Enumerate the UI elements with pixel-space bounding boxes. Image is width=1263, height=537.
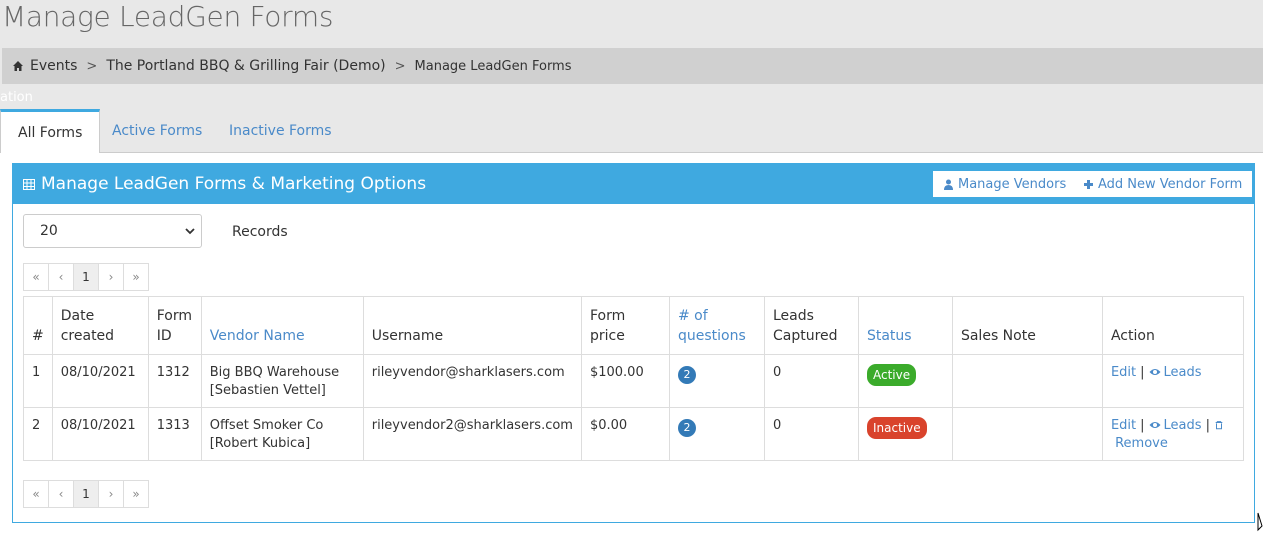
table-row: 1 08/10/2021 1312 Big BBQ Warehouse [Seba… [23, 354, 1245, 408]
row-num: 1 [23, 354, 53, 408]
add-vendor-form-button[interactable]: Add New Vendor Form [1073, 171, 1253, 197]
status-badge: Inactive [866, 417, 927, 439]
first-page-button[interactable]: « [23, 480, 49, 508]
row-form-id: 1313 [147, 407, 202, 461]
col-num: # [23, 296, 53, 355]
col-vendor-name[interactable]: Vendor Name [200, 296, 364, 355]
panel-header: Manage LeadGen Forms & Marketing Options… [13, 164, 1254, 204]
tab-bar: All Forms Active Forms Inactive Forms [0, 109, 1263, 154]
vendor-name: Big BBQ Warehouse [209, 365, 340, 380]
table-icon [23, 178, 35, 190]
tab-active-forms[interactable]: Active Forms [95, 109, 219, 153]
row-date: 08/10/2021 [51, 354, 149, 408]
chevron-right-icon: > [86, 58, 98, 74]
row-status: Active [857, 354, 953, 408]
col-sales-note: Sales Note [951, 296, 1103, 355]
row-vendor: Offset Smoker Co [Robert Kubica] [200, 407, 364, 461]
eye-icon [1149, 422, 1161, 428]
row-username: rileyvendor@sharklasers.com [362, 354, 582, 408]
row-questions: 2 [668, 354, 765, 408]
row-username: rileyvendor2@sharklasers.com [362, 407, 582, 461]
mouse-cursor-icon [1257, 512, 1263, 532]
chevron-down-icon [185, 228, 195, 235]
vendor-name: Offset Smoker Co [209, 418, 324, 433]
pagination-top: « ‹ 1 › » [23, 263, 149, 291]
last-page-button[interactable]: » [123, 480, 149, 508]
tab-all-forms[interactable]: All Forms [0, 109, 101, 154]
row-leads: 0 [763, 407, 859, 461]
first-page-button[interactable]: « [23, 263, 49, 291]
page-title: Manage LeadGen Forms [2, 0, 334, 33]
vendor-contact: [Robert Kubica] [209, 436, 311, 451]
row-form-id: 1312 [147, 354, 202, 408]
row-note [951, 354, 1103, 408]
separator: | [1140, 418, 1145, 433]
row-questions: 2 [668, 407, 765, 461]
breadcrumb-current: Manage LeadGen Forms [414, 58, 572, 74]
ghost-label: ation [0, 90, 33, 105]
page-1-button[interactable]: 1 [73, 480, 99, 508]
table-header-row: # Date created Form ID Vendor Name Usern… [23, 296, 1245, 355]
eye-icon [1149, 369, 1161, 375]
col-form-id: Form ID [147, 296, 202, 355]
prev-page-button[interactable]: ‹ [48, 263, 74, 291]
add-vendor-form-label: Add New Vendor Form [1098, 176, 1243, 192]
page-1-button[interactable]: 1 [73, 263, 99, 291]
col-action: Action [1101, 296, 1245, 355]
next-page-button[interactable]: › [98, 263, 124, 291]
user-icon [944, 179, 953, 190]
leads-link[interactable]: Leads [1164, 418, 1202, 433]
row-note [951, 407, 1103, 461]
last-page-button[interactable]: » [123, 263, 149, 291]
records-select-value: 20 [40, 223, 58, 239]
records-label: Records [232, 224, 288, 240]
prev-page-button[interactable]: ‹ [48, 480, 74, 508]
breadcrumb: Events > The Portland BBQ & Grilling Fai… [2, 48, 1263, 84]
col-status[interactable]: Status [857, 296, 953, 355]
leads-link[interactable]: Leads [1164, 365, 1202, 380]
row-vendor: Big BBQ Warehouse [Sebastien Vettel] [200, 354, 364, 408]
tab-inactive-forms[interactable]: Inactive Forms [212, 109, 349, 153]
row-price: $0.00 [580, 407, 670, 461]
row-leads: 0 [763, 354, 859, 408]
separator: | [1140, 365, 1145, 380]
table-row: 2 08/10/2021 1313 Offset Smoker Co [Rober… [23, 407, 1245, 461]
tab-content: Manage LeadGen Forms & Marketing Options… [0, 153, 1263, 537]
pagination-bottom: « ‹ 1 › » [23, 480, 149, 508]
col-username: Username [362, 296, 582, 355]
row-action: Edit | Leads | Remove [1101, 407, 1245, 461]
breadcrumb-event[interactable]: The Portland BBQ & Grilling Fair (Demo) [106, 58, 385, 74]
records-select[interactable]: 20 [23, 214, 202, 248]
edit-link[interactable]: Edit [1111, 365, 1136, 380]
questions-badge[interactable]: 2 [677, 419, 696, 437]
col-leads: Leads Captured [763, 296, 859, 355]
chevron-right-icon: > [394, 58, 406, 74]
row-num: 2 [23, 407, 53, 461]
row-date: 08/10/2021 [51, 407, 149, 461]
next-page-button[interactable]: › [98, 480, 124, 508]
manage-vendors-label: Manage Vendors [958, 176, 1067, 192]
edit-link[interactable]: Edit [1111, 418, 1136, 433]
plus-icon [1084, 179, 1093, 189]
col-form-price: Form price [580, 296, 670, 355]
row-action: Edit | Leads [1101, 354, 1245, 408]
forms-table: # Date created Form ID Vendor Name Usern… [23, 296, 1245, 461]
status-badge: Active [866, 364, 917, 386]
questions-badge[interactable]: 2 [677, 366, 696, 384]
panel-title: Manage LeadGen Forms & Marketing Options [41, 174, 427, 194]
row-price: $100.00 [580, 354, 670, 408]
remove-link[interactable]: Remove [1115, 436, 1168, 451]
col-questions[interactable]: # of questions [668, 296, 765, 355]
row-status: Inactive [857, 407, 953, 461]
col-date: Date created [51, 296, 149, 355]
separator: | [1205, 418, 1210, 433]
home-icon [13, 61, 23, 71]
manage-vendors-button[interactable]: Manage Vendors [933, 171, 1077, 197]
vendor-contact: [Sebastien Vettel] [209, 383, 326, 398]
trash-icon [1215, 421, 1223, 430]
forms-panel: Manage LeadGen Forms & Marketing Options… [12, 163, 1255, 523]
breadcrumb-events[interactable]: Events [30, 58, 77, 74]
